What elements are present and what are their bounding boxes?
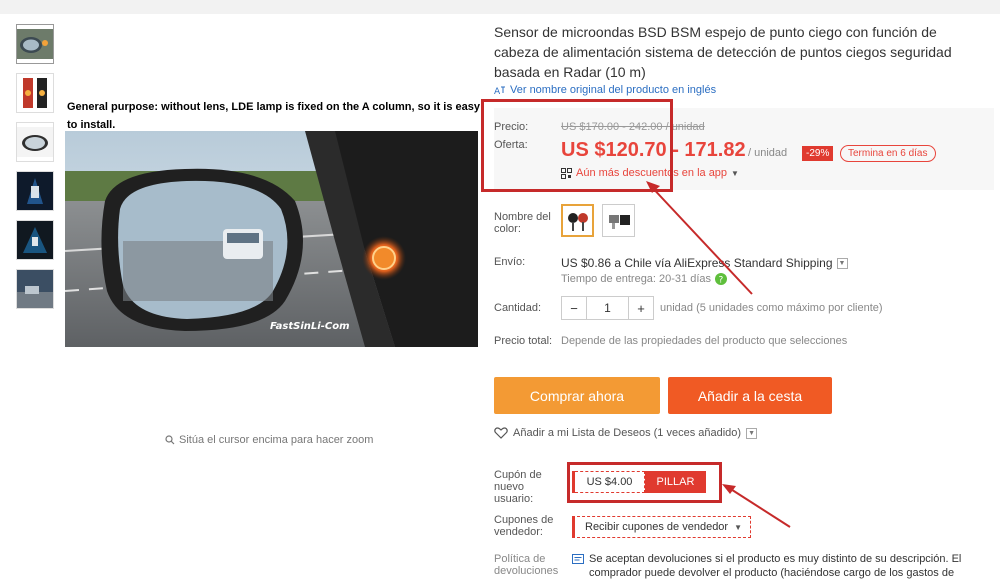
buy-now-button[interactable]: Comprar ahora bbox=[494, 377, 660, 414]
original-name-link[interactable]: A Ver nombre original del producto en in… bbox=[494, 84, 716, 96]
ends-badge: Termina en 6 días bbox=[840, 145, 936, 162]
color-swatch-1[interactable] bbox=[561, 204, 594, 237]
thumbnail-strip bbox=[16, 24, 54, 318]
shipping-option[interactable]: US $0.86 a Chile vía AliExpress Standard… bbox=[561, 256, 848, 270]
chevron-down-icon[interactable]: ▼ bbox=[746, 427, 758, 439]
thumbnail-2[interactable] bbox=[16, 73, 54, 113]
vendor-coupons-text: Recibir cupones de vendedor bbox=[585, 521, 729, 533]
delivery-time-text: Tiempo de entrega: 20-31 días bbox=[561, 273, 712, 285]
return-policy-label: Política de devoluciones bbox=[494, 553, 559, 577]
chevron-down-icon: ▼ bbox=[731, 168, 739, 178]
annotation-box-price bbox=[481, 99, 673, 192]
image-watermark: FastSinLi-Com bbox=[270, 321, 350, 332]
vendor-coupons-label: Cupones de vendedor: bbox=[494, 514, 554, 538]
discount-badge: -29% bbox=[802, 146, 834, 161]
svg-text:?: ? bbox=[719, 276, 724, 286]
return-policy-icon bbox=[572, 554, 584, 564]
thumbnail-3[interactable] bbox=[16, 122, 54, 162]
quantity-value[interactable]: 1 bbox=[586, 297, 629, 319]
minus-icon[interactable]: − bbox=[562, 297, 586, 319]
product-title: Sensor de microondas BSD BSM espejo de p… bbox=[494, 24, 952, 80]
wishlist-link[interactable]: Añadir a mi Lista de Deseos (1 veces aña… bbox=[494, 427, 758, 439]
vendor-coupons-button[interactable]: Recibir cupones de vendedor ▼ bbox=[572, 516, 752, 538]
thumbnail-5[interactable] bbox=[16, 220, 54, 260]
annotation-box-coupon bbox=[567, 462, 722, 503]
chevron-down-icon: ▼ bbox=[734, 522, 743, 532]
wishlist-text: Añadir a mi Lista de Deseos (1 veces aña… bbox=[513, 427, 742, 439]
per-unit-label: / unidad bbox=[748, 147, 788, 159]
quantity-note: unidad (5 unidades como máximo por clien… bbox=[660, 302, 883, 314]
delivery-time: Tiempo de entrega: 20-31 días ? bbox=[561, 273, 728, 286]
thumbnail-1[interactable] bbox=[16, 24, 54, 64]
main-product-image[interactable]: FastSinLi-Com bbox=[65, 131, 478, 347]
heart-icon bbox=[494, 427, 508, 439]
chevron-down-icon[interactable]: ▼ bbox=[836, 257, 848, 269]
total-price-text: Depende de las propiedades del producto … bbox=[561, 335, 848, 347]
original-name-link-text: Ver nombre original del producto en ingl… bbox=[510, 84, 717, 96]
shipping-label: Envío: bbox=[494, 256, 526, 268]
total-price-label: Precio total: bbox=[494, 335, 553, 347]
add-to-cart-button[interactable]: Añadir a la cesta bbox=[668, 377, 832, 414]
quantity-stepper: − 1 + bbox=[561, 296, 654, 320]
image-caption: General purpose: without lens, LDE lamp … bbox=[67, 101, 480, 131]
zoom-hint-text: Sitúa el cursor encima para hacer zoom bbox=[179, 434, 374, 446]
return-policy-text: Se aceptan devoluciones si el producto e… bbox=[589, 553, 962, 579]
svg-text:A: A bbox=[494, 87, 501, 95]
quantity-label: Cantidad: bbox=[494, 302, 542, 314]
translate-icon: A bbox=[494, 86, 505, 95]
plus-icon[interactable]: + bbox=[629, 297, 653, 319]
color-label: Nombre del color: bbox=[494, 211, 551, 235]
magnifier-icon bbox=[165, 435, 175, 445]
thumbnail-6[interactable] bbox=[16, 269, 54, 309]
return-policy: Se aceptan devoluciones si el producto e… bbox=[572, 552, 972, 579]
color-swatch-2[interactable] bbox=[602, 204, 635, 237]
shipping-text: US $0.86 a Chile vía AliExpress Standard… bbox=[561, 256, 833, 270]
help-icon[interactable]: ? bbox=[715, 273, 728, 286]
zoom-hint: Sitúa el cursor encima para hacer zoom bbox=[165, 434, 373, 446]
new-user-coupon-label: Cupón de nuevo usuario: bbox=[494, 469, 542, 505]
thumbnail-4[interactable] bbox=[16, 171, 54, 211]
